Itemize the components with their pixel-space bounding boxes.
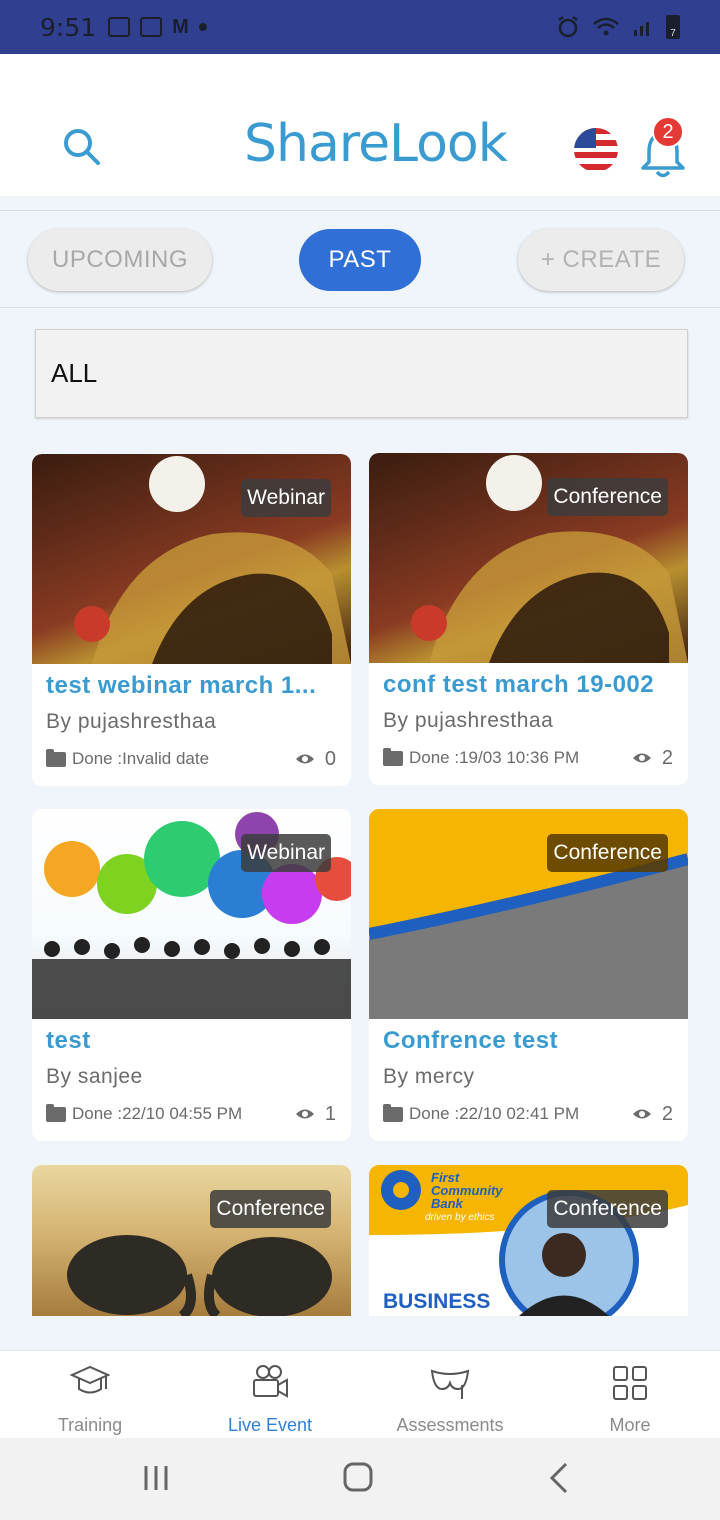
mask-icon	[430, 1369, 470, 1399]
video-camera-icon	[253, 1365, 288, 1398]
folder-icon	[46, 1103, 66, 1122]
signal-icon	[634, 22, 649, 36]
bottom-navigation: Training Live Event Assessments More	[0, 1350, 720, 1438]
grid-icon	[613, 1366, 647, 1400]
event-type-badge: Conference	[547, 1190, 668, 1228]
event-views: 2	[661, 1102, 673, 1125]
status-system-icons: 7	[556, 15, 680, 39]
event-status: Done :Invalid date	[72, 749, 210, 768]
eye-icon	[632, 1109, 651, 1119]
event-status: Done :22/10 02:41 PM	[409, 1104, 580, 1123]
status-time: 9:51	[40, 12, 97, 42]
app-header: ShareLook 2	[0, 54, 720, 196]
event-card[interactable]: First Community Bank driven by ethics BU…	[369, 1165, 688, 1316]
event-type-badge: Webinar	[241, 479, 331, 517]
event-views: 0	[324, 747, 336, 770]
event-meta: Done :22/10 02:41 PM 2	[383, 1103, 673, 1125]
event-thumbnail: Conference	[32, 1165, 351, 1316]
event-thumbnail: First Community Bank driven by ethics BU…	[369, 1165, 688, 1316]
event-tabs: UPCOMING PAST + CREATE	[0, 210, 720, 308]
event-card[interactable]: Conference conf test march 19-002 By puj…	[369, 453, 688, 785]
status-bar: 9:51 M 7	[0, 0, 720, 54]
maps-notification-icon	[140, 17, 163, 37]
event-meta: Done :22/10 04:55 PM 1	[46, 1103, 336, 1125]
event-card[interactable]: Conference Confrence test By mercy Done …	[369, 809, 688, 1141]
event-type-badge: Conference	[547, 478, 668, 516]
event-title[interactable]: test webinar march 1...	[46, 672, 341, 700]
back-icon[interactable]	[540, 1460, 580, 1496]
event-status: Done :19/03 10:36 PM	[409, 748, 580, 767]
notification-count-badge: 2	[652, 116, 684, 148]
create-event-button[interactable]: + CREATE	[518, 229, 684, 291]
bank-tagline: driven by ethics	[425, 1212, 495, 1223]
event-thumbnail: Webinar	[32, 809, 351, 1019]
nav-label: Live Event	[227, 1415, 313, 1435]
event-filter-select[interactable]: ALL	[35, 329, 688, 418]
event-thumbnail: Conference	[369, 453, 688, 663]
event-card[interactable]: Webinar test By sanjee Done :22/10 04:55…	[32, 809, 351, 1141]
elephants-image	[67, 1235, 332, 1316]
folder-icon	[383, 1103, 403, 1122]
event-author: By sanjee	[46, 1065, 143, 1088]
event-meta: Done :19/03 10:36 PM 2	[383, 747, 673, 769]
graduation-cap-icon	[70, 1365, 110, 1394]
nav-label: More	[609, 1415, 651, 1435]
event-meta: Done :Invalid date 0	[46, 748, 336, 770]
battery-icon: 7	[666, 15, 680, 39]
eye-icon	[295, 754, 314, 764]
more-notifications-dot-icon	[198, 23, 207, 31]
event-views: 2	[661, 746, 673, 769]
nav-live-event[interactable]: Live Event	[180, 1351, 360, 1439]
us-flag-language-icon[interactable]	[574, 128, 618, 172]
nav-label: Training	[57, 1415, 123, 1435]
folder-icon	[383, 747, 403, 766]
status-notification-icons: M	[108, 16, 207, 39]
event-author: By pujashresthaa	[46, 710, 217, 733]
event-author: By mercy	[383, 1065, 475, 1088]
folder-icon	[46, 748, 66, 767]
event-views: 1	[324, 1102, 336, 1125]
event-author: By pujashresthaa	[383, 709, 554, 732]
event-type-badge: Conference	[210, 1190, 331, 1228]
nav-training[interactable]: Training	[0, 1351, 180, 1439]
event-title[interactable]: test	[46, 1027, 341, 1055]
event-card[interactable]: Webinar test webinar march 1... By pujas…	[32, 454, 351, 786]
system-navigation-bar	[0, 1438, 720, 1520]
eye-icon	[295, 1109, 314, 1119]
gmail-notification-icon: M	[172, 15, 189, 38]
event-title[interactable]: conf test march 19-002	[383, 671, 678, 699]
wifi-icon	[593, 17, 619, 36]
event-type-badge: Webinar	[241, 834, 331, 872]
nav-assessments[interactable]: Assessments	[360, 1351, 540, 1439]
event-title[interactable]: Confrence test	[383, 1027, 678, 1055]
nav-label: Assessments	[396, 1415, 504, 1435]
event-thumbnail: Webinar	[32, 454, 351, 664]
tab-upcoming[interactable]: UPCOMING	[28, 229, 212, 291]
event-status: Done :22/10 04:55 PM	[72, 1104, 243, 1123]
search-icon[interactable]	[62, 127, 102, 167]
nav-more[interactable]: More	[540, 1351, 720, 1439]
alarm-icon	[558, 16, 578, 38]
bank-banner-text: BUSINESS	[383, 1290, 491, 1313]
bank-name: First Community Bank	[431, 1170, 503, 1211]
image-notification-icon	[108, 17, 131, 37]
event-card[interactable]: Conference	[32, 1165, 351, 1316]
home-icon[interactable]	[338, 1460, 378, 1496]
event-type-badge: Conference	[547, 834, 668, 872]
eye-icon	[632, 753, 651, 763]
app-logo: ShareLook	[244, 114, 508, 174]
event-thumbnail: Conference	[369, 809, 688, 1019]
recent-apps-icon[interactable]	[136, 1460, 176, 1496]
tab-past[interactable]: PAST	[299, 229, 421, 291]
